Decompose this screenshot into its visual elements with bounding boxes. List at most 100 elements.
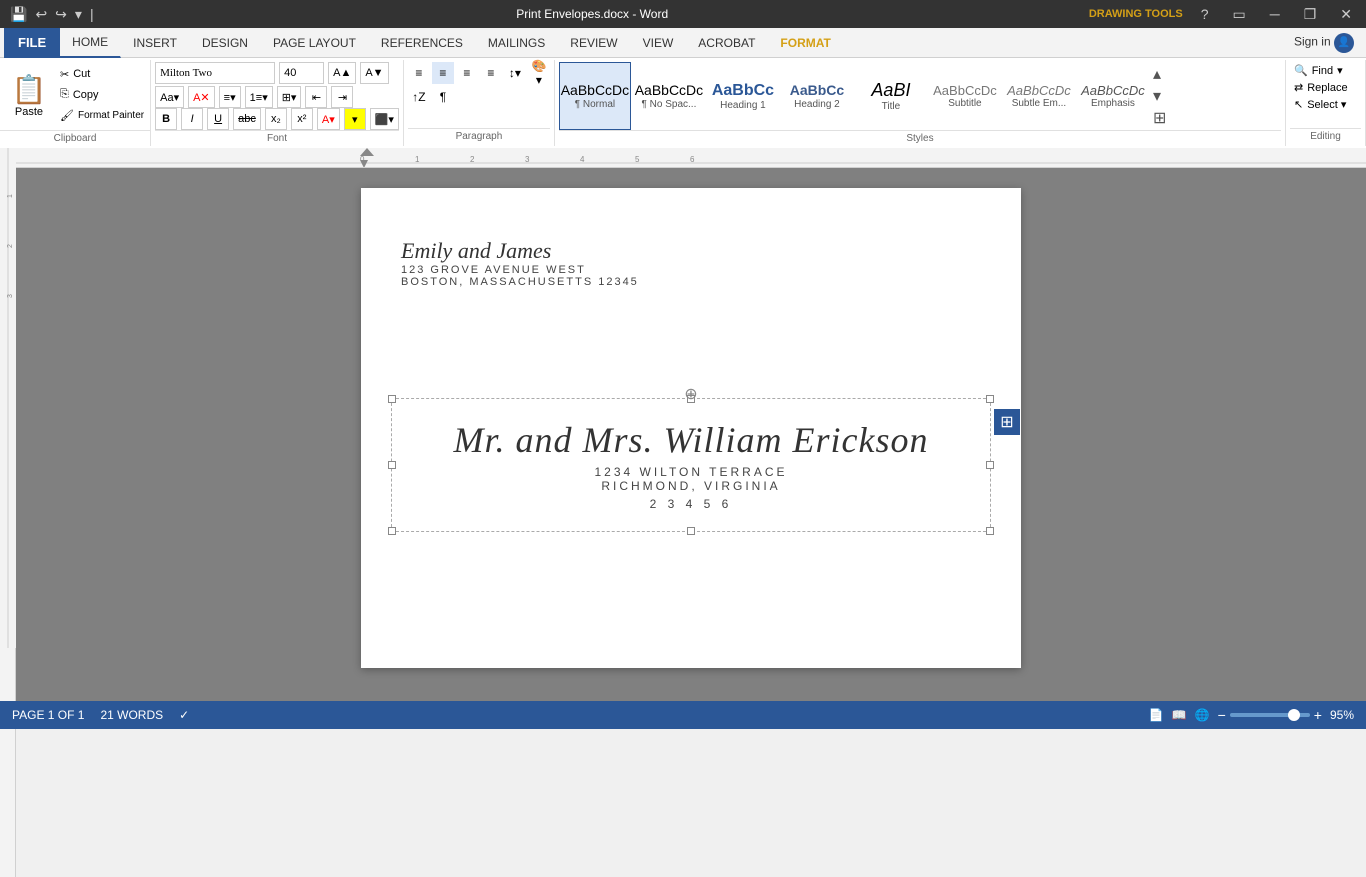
- bullet-list-button[interactable]: ≡▾: [219, 86, 241, 108]
- style-title[interactable]: AaBI Title: [855, 62, 927, 130]
- zoom-plus-button[interactable]: +: [1314, 707, 1322, 723]
- handle-tr[interactable]: [986, 395, 994, 403]
- svg-text:3: 3: [7, 294, 14, 298]
- tab-references[interactable]: REFERENCES: [369, 28, 476, 58]
- minimize-button[interactable]: ─: [1264, 6, 1286, 22]
- style-subtle-emphasis[interactable]: AaBbCcDc Subtle Em...: [1003, 62, 1075, 130]
- zoom-level[interactable]: 95%: [1330, 708, 1354, 722]
- zoom-minus-button[interactable]: −: [1218, 707, 1226, 723]
- bold-button[interactable]: B: [155, 108, 177, 130]
- tab-review[interactable]: REVIEW: [558, 28, 630, 58]
- tab-file[interactable]: FILE: [4, 28, 60, 58]
- highlight-button[interactable]: ▾: [344, 108, 366, 130]
- format-painter-label: Format Painter: [78, 110, 144, 121]
- styles-group: AaBbCcDc ¶ Normal AaBbCcDc ¶ No Spac... …: [555, 60, 1286, 146]
- handle-tl[interactable]: [388, 395, 396, 403]
- styles-expand[interactable]: ⊞: [1151, 108, 1168, 128]
- tab-mailings[interactable]: MAILINGS: [476, 28, 558, 58]
- undo-icon[interactable]: ↩: [33, 4, 49, 25]
- style-h1-label: Heading 1: [720, 100, 766, 111]
- close-button[interactable]: ✕: [1334, 6, 1358, 23]
- proofing-icon[interactable]: ✓: [179, 708, 189, 722]
- align-right-button[interactable]: ≡: [456, 62, 478, 84]
- align-center-button[interactable]: ≡: [432, 62, 454, 84]
- select-button[interactable]: ↖ Select ▾: [1290, 96, 1361, 113]
- increase-indent-button[interactable]: ⇥: [331, 86, 353, 108]
- tab-format[interactable]: FORMAT: [768, 28, 843, 58]
- format-painter-button[interactable]: 🖌 Format Painter: [58, 108, 146, 123]
- style-heading2[interactable]: AaBbCc Heading 2: [781, 62, 853, 130]
- underline-button[interactable]: U: [207, 108, 229, 130]
- multilevel-list-button[interactable]: ⊞▾: [277, 86, 302, 108]
- handle-bl[interactable]: [388, 527, 396, 535]
- justify-button[interactable]: ≡: [480, 62, 502, 84]
- replace-icon: ⇄: [1294, 81, 1303, 94]
- align-left-button[interactable]: ≡: [408, 62, 430, 84]
- superscript-button[interactable]: x²: [291, 108, 313, 130]
- drawing-tools-label: DRAWING TOOLS: [1089, 8, 1183, 20]
- find-label: Find: [1312, 65, 1333, 77]
- tab-design[interactable]: DESIGN: [190, 28, 261, 58]
- style-no-spacing[interactable]: AaBbCcDc ¶ No Spac...: [633, 62, 705, 130]
- find-button[interactable]: 🔍 Find ▾: [1290, 62, 1361, 79]
- select-icon: ↖: [1294, 98, 1303, 111]
- font-name-input[interactable]: [155, 62, 275, 84]
- restore-button[interactable]: ❐: [1298, 6, 1323, 23]
- numbered-list-button[interactable]: 1≡▾: [245, 86, 273, 108]
- tab-view[interactable]: VIEW: [631, 28, 687, 58]
- tab-pagelayout[interactable]: PAGE LAYOUT: [261, 28, 369, 58]
- styles-scroll-up[interactable]: ▴: [1151, 64, 1168, 84]
- view-web-icon[interactable]: 🌐: [1195, 708, 1210, 722]
- font-size-increase[interactable]: A▲: [328, 62, 356, 84]
- copy-button[interactable]: ⎘ Copy: [58, 87, 146, 102]
- address-box[interactable]: ⊕ Mr. and Mrs. William Erickson 1234 Wil…: [391, 398, 991, 532]
- ruler-content: 0 1 2 3 4 5 6: [0, 148, 1366, 167]
- handle-mr[interactable]: [986, 461, 994, 469]
- font-case-button[interactable]: Aa▾: [155, 86, 184, 108]
- strikethrough-button[interactable]: abc: [233, 108, 261, 130]
- tab-insert[interactable]: INSERT: [121, 28, 190, 58]
- view-print-icon[interactable]: 📄: [1149, 708, 1164, 722]
- style-heading1[interactable]: AaBbCc Heading 1: [707, 62, 779, 130]
- decrease-indent-button[interactable]: ⇤: [305, 86, 327, 108]
- layout-options-button[interactable]: ⊞: [994, 409, 1020, 435]
- cut-button[interactable]: ✂ Cut: [58, 67, 146, 82]
- zoom-thumb[interactable]: [1288, 709, 1300, 721]
- italic-button[interactable]: I: [181, 108, 203, 130]
- user-avatar[interactable]: 👤: [1334, 33, 1354, 53]
- style-h1-preview: AaBbCc: [712, 81, 774, 100]
- ribbon-display-button[interactable]: ▭: [1227, 6, 1252, 23]
- subscript-button[interactable]: x₂: [265, 108, 287, 130]
- sort-button[interactable]: ↑Z: [408, 86, 430, 108]
- shading-para-button[interactable]: 🎨▾: [528, 62, 550, 84]
- font-size-input[interactable]: [279, 62, 324, 84]
- style-subtitle[interactable]: AaBbCcDc Subtitle: [929, 62, 1001, 130]
- shading-button[interactable]: ⬛▾: [370, 108, 399, 130]
- style-emphasis[interactable]: AaBbCcDc Emphasis: [1077, 62, 1149, 130]
- font-color-button[interactable]: A▾: [317, 108, 340, 130]
- replace-button[interactable]: ⇄ Replace: [1290, 79, 1361, 96]
- styles-scroll-down[interactable]: ▾: [1151, 86, 1168, 106]
- svg-text:5: 5: [635, 155, 640, 164]
- zoom-track[interactable]: [1230, 713, 1310, 717]
- sign-in: Sign in 👤: [1294, 33, 1362, 53]
- customize-icon[interactable]: ▾: [73, 4, 84, 25]
- tab-acrobat[interactable]: ACROBAT: [686, 28, 768, 58]
- save-icon[interactable]: 💾: [8, 4, 29, 25]
- font-size-decrease[interactable]: A▼: [360, 62, 388, 84]
- select-label: Select ▾: [1307, 98, 1346, 111]
- view-read-icon[interactable]: 📖: [1172, 708, 1187, 722]
- line-spacing-button[interactable]: ↕▾: [504, 62, 526, 84]
- handle-mb[interactable]: [687, 527, 695, 535]
- style-emphasis-label: Emphasis: [1091, 98, 1135, 109]
- handle-br[interactable]: [986, 527, 994, 535]
- style-normal[interactable]: AaBbCcDc ¶ Normal: [559, 62, 631, 130]
- rotate-handle[interactable]: ⊕: [684, 384, 697, 404]
- redo-icon[interactable]: ↪: [53, 4, 69, 25]
- pilcrow-button[interactable]: ¶: [432, 86, 454, 108]
- clear-format-button[interactable]: A✕: [188, 86, 215, 108]
- handle-ml[interactable]: [388, 461, 396, 469]
- tab-home[interactable]: HOME: [60, 28, 121, 58]
- help-button[interactable]: ?: [1195, 6, 1215, 22]
- paste-button[interactable]: 📋 Paste: [4, 64, 54, 126]
